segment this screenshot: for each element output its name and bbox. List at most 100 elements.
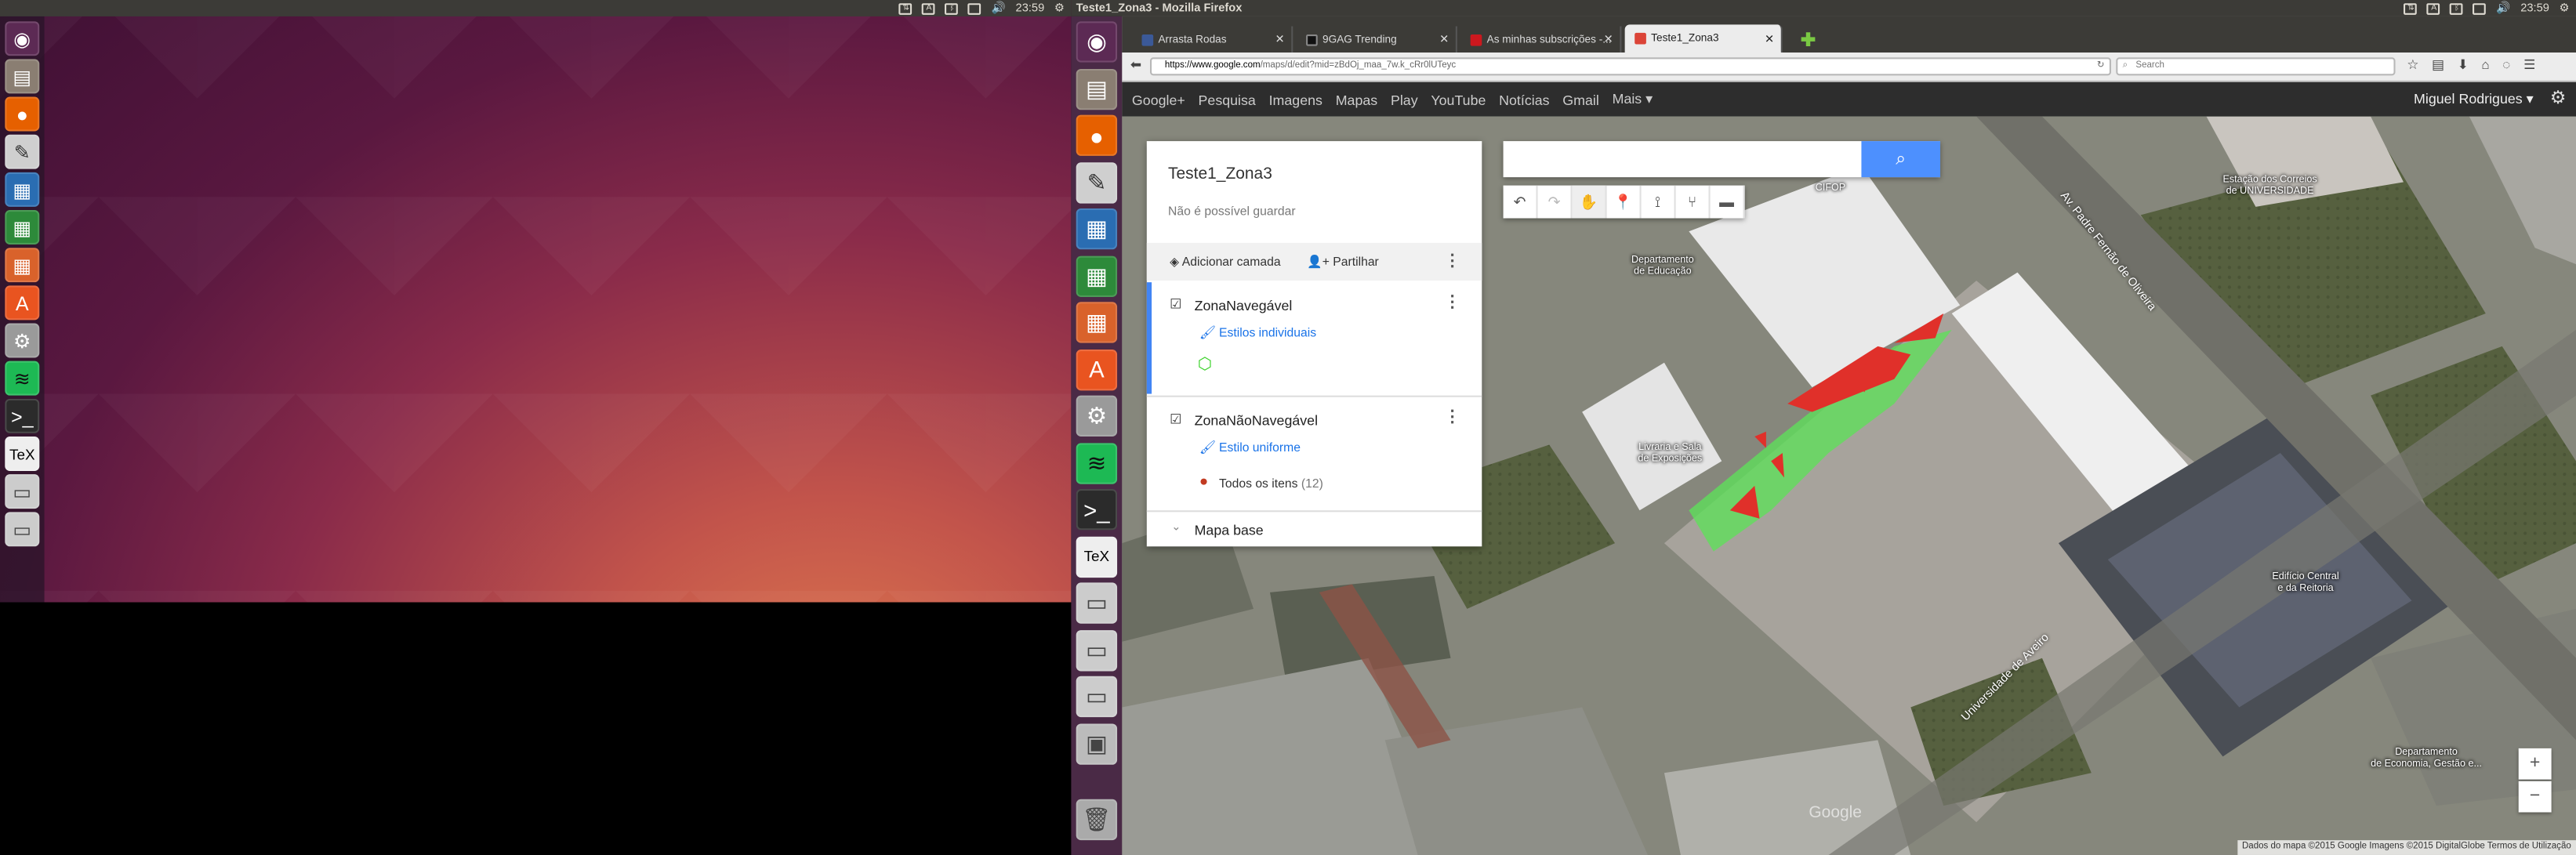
- search-button[interactable]: ⌕: [1861, 141, 1941, 178]
- impress-icon[interactable]: ▦: [5, 248, 40, 283]
- drive-icon[interactable]: ▭: [1076, 582, 1118, 624]
- more-options-icon[interactable]: ⋮: [1444, 252, 1460, 270]
- layer-menu-icon[interactable]: ⋮: [1444, 294, 1460, 312]
- tab-teste1-zona3[interactable]: Teste1_Zona3 ✕: [1624, 24, 1783, 53]
- base-map-label[interactable]: Mapa base: [1195, 522, 1264, 538]
- text-editor-icon[interactable]: ✎: [1076, 161, 1118, 203]
- marker-icon[interactable]: 📍: [1607, 185, 1642, 219]
- tex-icon[interactable]: TeX: [1076, 535, 1118, 578]
- search-bar[interactable]: ⌕ Search: [2116, 57, 2396, 76]
- paint-roller-icon[interactable]: 🖌: [1199, 440, 1216, 455]
- layer-zona-navegavel[interactable]: ☑ ZonaNavegável ⋮ 🖌 Estilos individuais …: [1147, 282, 1482, 393]
- all-items-row[interactable]: Todos os itens (12): [1219, 476, 1323, 491]
- text-editor-icon[interactable]: ✎: [5, 134, 40, 169]
- writer-icon[interactable]: ▦: [5, 172, 40, 207]
- gbar-link-gmail[interactable]: Gmail: [1562, 91, 1599, 107]
- paint-roller-icon[interactable]: 🖌: [1199, 325, 1216, 340]
- volume-icon[interactable]: 🔊: [992, 2, 1006, 15]
- drive-icon[interactable]: ▭: [1076, 676, 1118, 718]
- firefox-icon[interactable]: ●: [5, 96, 40, 132]
- bluetooth-icon[interactable]: ᛒ: [945, 2, 959, 14]
- spotify-icon[interactable]: ≋: [5, 360, 40, 396]
- software-center-icon[interactable]: A: [1076, 348, 1118, 390]
- drive-icon[interactable]: ▭: [1076, 629, 1118, 671]
- workspace-icon[interactable]: ▣: [1076, 723, 1118, 764]
- tab-9gag[interactable]: 9GAG Trending ✕: [1297, 26, 1457, 53]
- layer-style-link[interactable]: Estilos individuais: [1219, 325, 1316, 340]
- map-title[interactable]: Teste1_Zona3: [1168, 165, 1272, 183]
- add-layer-button[interactable]: ◈ Adicionar camada: [1170, 255, 1280, 270]
- left-clock[interactable]: 23:59: [1016, 2, 1045, 14]
- reader-icon[interactable]: ▤: [2432, 57, 2444, 72]
- dash-icon[interactable]: ◉: [1076, 21, 1118, 63]
- keyboard-icon[interactable]: A: [2427, 2, 2441, 14]
- terminal-icon[interactable]: >_: [5, 398, 40, 433]
- redo-icon[interactable]: ↷: [1538, 185, 1573, 219]
- gbar-link-imagens[interactable]: Imagens: [1269, 91, 1322, 107]
- battery-icon[interactable]: [968, 2, 982, 14]
- close-icon[interactable]: ✕: [1275, 33, 1285, 46]
- gbar-link-google-plus[interactable]: Google+: [1132, 91, 1185, 107]
- writer-icon[interactable]: ▦: [1076, 208, 1118, 250]
- url-bar[interactable]: https://www.google.com/maps/d/edit?mid=z…: [1149, 57, 2111, 76]
- map-label-cifop[interactable]: CIFOP: [1816, 184, 1845, 195]
- ruler-icon[interactable]: ▬: [1711, 185, 1745, 219]
- map-label-dep-educacao[interactable]: Departamento de Educação: [1631, 256, 1694, 277]
- star-icon[interactable]: ☆: [2407, 57, 2418, 72]
- layer-name[interactable]: ZonaNãoNavegável: [1195, 412, 1318, 429]
- gbar-link-noticias[interactable]: Notícias: [1499, 91, 1549, 107]
- gbar-link-youtube[interactable]: YouTube: [1431, 91, 1486, 107]
- tab-arrasta-rodas[interactable]: Arrasta Rodas ✕: [1132, 26, 1293, 53]
- software-center-icon[interactable]: A: [5, 285, 40, 321]
- layer-name[interactable]: ZonaNavegável: [1195, 297, 1293, 313]
- files-icon[interactable]: ▤: [5, 59, 40, 94]
- tab-youtube[interactable]: As minhas subscrições -... ✕: [1460, 26, 1622, 53]
- draw-line-icon[interactable]: ⟟: [1642, 185, 1676, 219]
- trash-icon[interactable]: 🗑: [1076, 799, 1118, 841]
- network-icon[interactable]: ⇅: [899, 2, 913, 14]
- close-icon[interactable]: ✕: [1765, 32, 1774, 45]
- impress-icon[interactable]: ▦: [1076, 302, 1118, 343]
- back-icon[interactable]: ⬅: [1130, 57, 1141, 72]
- map-attribution[interactable]: Dados do mapa ©2015 Google Imagens ©2015…: [2237, 840, 2576, 855]
- share-button[interactable]: 👤+ Partilhar: [1307, 255, 1379, 270]
- layer-style-link[interactable]: Estilo uniforme: [1219, 440, 1301, 455]
- network-icon[interactable]: ⇅: [2404, 2, 2418, 14]
- map-label-correios[interactable]: Estação dos Correios de UNIVERSIDADE: [2222, 176, 2317, 197]
- map-label-reitoria[interactable]: Edifício Central e da Reitoria: [2272, 573, 2338, 594]
- layer-checkbox[interactable]: ☑: [1170, 297, 1185, 312]
- gbar-link-mais[interactable]: Mais ▾: [1613, 90, 1653, 108]
- drive-icon[interactable]: ▭: [5, 512, 40, 547]
- map-canvas[interactable]: CIFOP Departamento de Educação Estação d…: [1122, 116, 2576, 855]
- chat-icon[interactable]: ◌: [2502, 57, 2510, 72]
- layer-menu-icon[interactable]: ⋮: [1444, 408, 1460, 426]
- gbar-link-play[interactable]: Play: [1391, 91, 1418, 107]
- tex-icon[interactable]: TeX: [5, 437, 40, 471]
- layer-checkbox[interactable]: ☑: [1170, 412, 1185, 427]
- undo-icon[interactable]: ↶: [1504, 185, 1538, 219]
- zoom-out-button[interactable]: −: [2518, 781, 2552, 813]
- gbar-link-mapas[interactable]: Mapas: [1336, 91, 1377, 107]
- zoom-in-button[interactable]: +: [2518, 748, 2552, 780]
- terminal-icon[interactable]: >_: [1076, 489, 1118, 531]
- layer-zona-nao-navegavel[interactable]: ☑ ZonaNãoNavegável ⋮ 🖌 Estilo uniforme ●…: [1147, 397, 1482, 516]
- map-search-box[interactable]: ⌕: [1503, 141, 1941, 178]
- reload-icon[interactable]: ↻: [2097, 59, 2105, 74]
- files-icon[interactable]: ▤: [1076, 67, 1118, 110]
- bluetooth-icon[interactable]: ᛒ: [2450, 2, 2464, 14]
- polygon-style-icon[interactable]: ⬡: [1198, 356, 1212, 374]
- home-icon[interactable]: ⌂: [2481, 57, 2489, 72]
- close-icon[interactable]: ✕: [1604, 33, 1613, 46]
- close-icon[interactable]: ✕: [1439, 33, 1449, 46]
- directions-icon[interactable]: ⑂: [1676, 185, 1711, 219]
- right-clock[interactable]: 23:59: [2520, 2, 2549, 14]
- settings-icon[interactable]: ⚙: [5, 323, 40, 358]
- dash-icon[interactable]: ◉: [5, 21, 40, 56]
- calc-icon[interactable]: ▦: [1076, 255, 1118, 296]
- firefox-icon[interactable]: ●: [1076, 114, 1118, 156]
- gbar-link-pesquisa[interactable]: Pesquisa: [1199, 91, 1256, 107]
- hand-icon[interactable]: ✋: [1572, 185, 1607, 219]
- keyboard-icon[interactable]: A: [922, 2, 936, 14]
- user-name[interactable]: Miguel Rodrigues ▾: [2414, 90, 2534, 108]
- new-tab-icon[interactable]: ✚: [1801, 30, 1816, 51]
